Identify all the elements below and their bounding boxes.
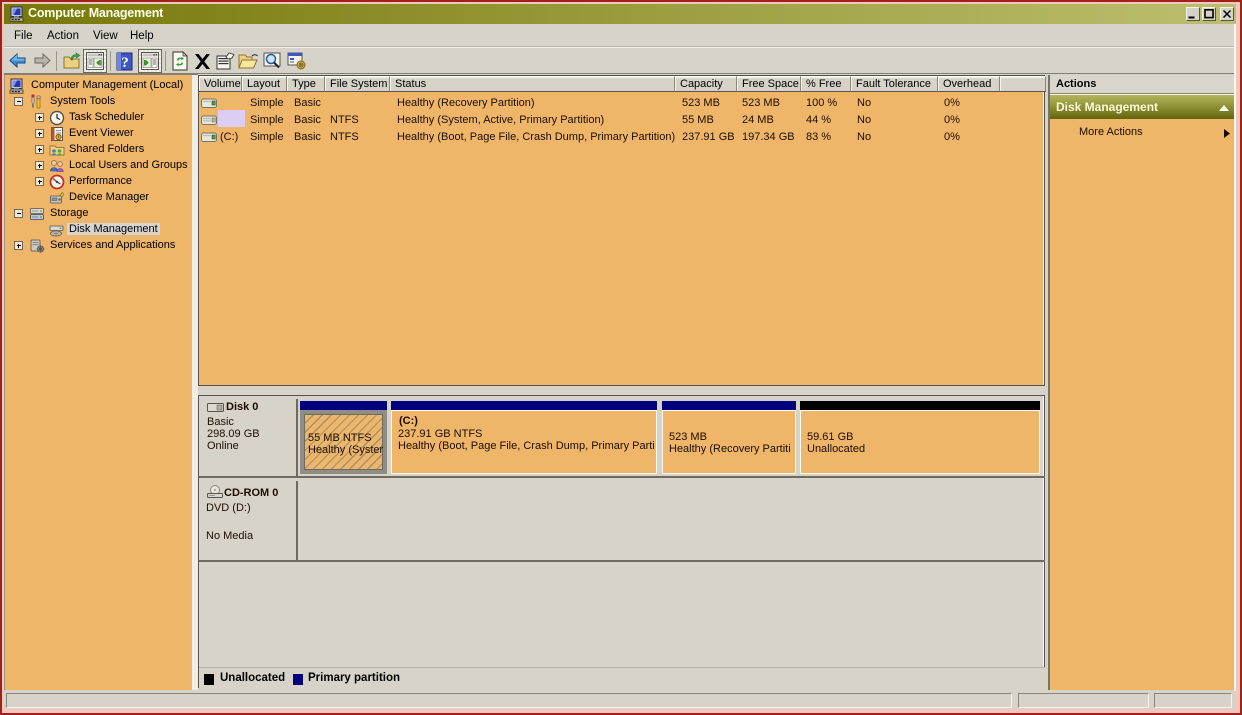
svg-text:?: ? [121, 55, 129, 71]
